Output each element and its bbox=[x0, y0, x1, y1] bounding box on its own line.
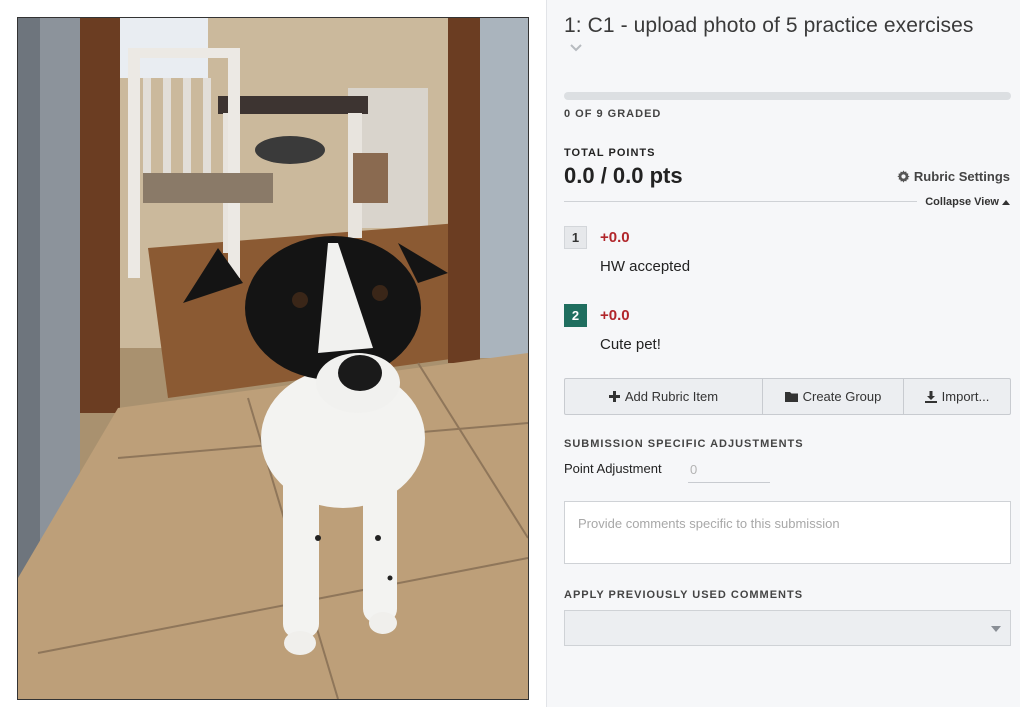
rubric-item-points: +0.0 bbox=[600, 307, 630, 324]
collapse-view-label: Collapse View bbox=[925, 196, 999, 208]
point-adjustment-input[interactable] bbox=[688, 457, 770, 483]
rubric-item-2[interactable]: 2 +0.0 Cute pet! bbox=[564, 304, 1004, 360]
total-points-label: TOTAL POINTS bbox=[564, 147, 656, 159]
plus-icon bbox=[608, 391, 620, 402]
chevron-down-icon[interactable] bbox=[570, 44, 582, 52]
download-icon bbox=[924, 390, 937, 403]
previous-comments-select[interactable] bbox=[564, 610, 1011, 646]
previous-comments-heading: APPLY PREVIOUSLY USED COMMENTS bbox=[564, 589, 804, 601]
grading-progress-bar bbox=[564, 92, 1011, 100]
rubric-actions: Add Rubric Item Create Group Import... bbox=[564, 378, 1011, 415]
rubric-item-1[interactable]: 1 +0.0 HW accepted bbox=[564, 226, 1004, 282]
rubric-settings-button[interactable]: Rubric Settings bbox=[897, 169, 1010, 184]
gear-icon bbox=[897, 170, 910, 183]
submission-comment-field[interactable] bbox=[564, 501, 1011, 564]
caret-up-icon bbox=[1002, 199, 1010, 205]
rubric-item-description: Cute pet! bbox=[600, 336, 661, 353]
create-group-button[interactable]: Create Group bbox=[763, 379, 904, 414]
total-points-value: 0.0 / 0.0 pts bbox=[564, 163, 683, 188]
rubric-item-key: 2 bbox=[564, 304, 587, 327]
rubric-item-key: 1 bbox=[564, 226, 587, 249]
add-rubric-item-button[interactable]: Add Rubric Item bbox=[565, 379, 763, 414]
rubric-item-points: +0.0 bbox=[600, 229, 630, 246]
rubric-item-description: HW accepted bbox=[600, 258, 691, 275]
import-label: Import... bbox=[941, 389, 990, 404]
import-button[interactable]: Import... bbox=[904, 379, 1010, 414]
chevron-down-icon bbox=[991, 626, 1001, 632]
create-group-label: Create Group bbox=[802, 389, 882, 404]
folder-icon bbox=[784, 392, 798, 402]
grading-panel: 1: C1 - upload photo of 5 practice exerc… bbox=[546, 0, 1020, 707]
question-title: 1: C1 - upload photo of 5 practice exerc… bbox=[564, 14, 974, 37]
add-rubric-item-label: Add Rubric Item bbox=[624, 389, 719, 404]
rubric-settings-label: Rubric Settings bbox=[913, 169, 1010, 184]
graded-count: 0 OF 9 GRADED bbox=[564, 108, 662, 120]
dog-photo bbox=[18, 18, 528, 699]
submission-adjustments-heading: SUBMISSION SPECIFIC ADJUSTMENTS bbox=[564, 438, 804, 450]
divider bbox=[564, 201, 917, 202]
collapse-view-button[interactable]: Collapse View bbox=[925, 196, 1010, 208]
point-adjustment-label: Point Adjustment bbox=[564, 461, 662, 476]
submission-image bbox=[17, 17, 529, 700]
